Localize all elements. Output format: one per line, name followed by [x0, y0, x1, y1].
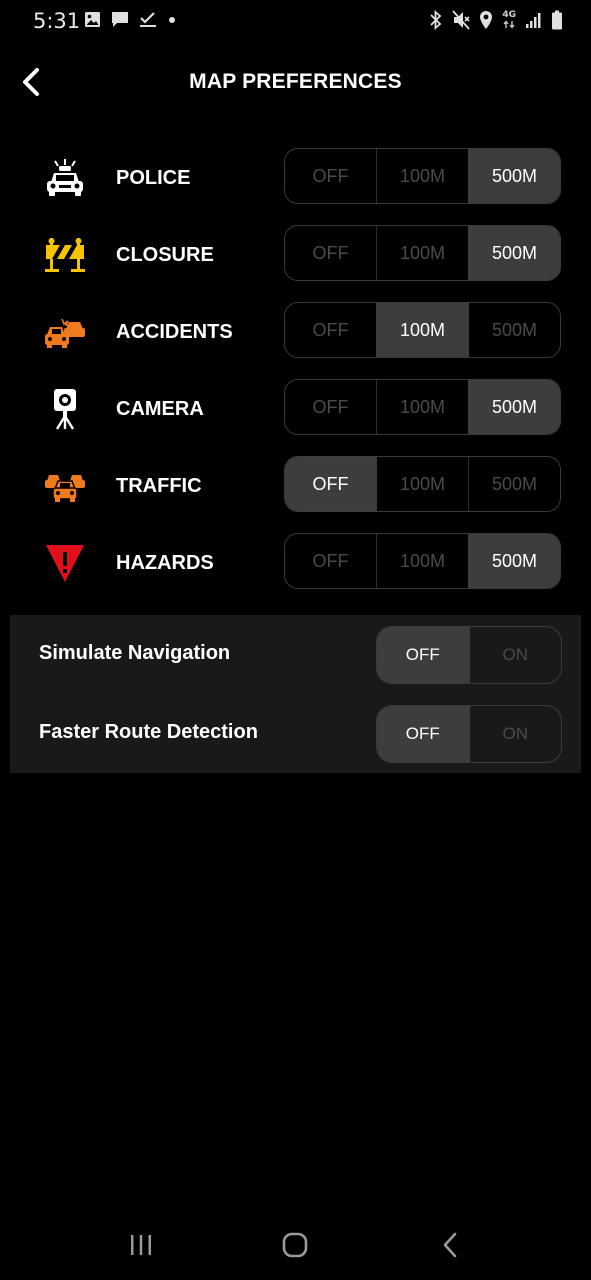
accidents-option-off[interactable]: OFF [285, 303, 376, 357]
recent-apps-button[interactable] [121, 1228, 161, 1262]
bluetooth-icon [430, 10, 442, 30]
simulate-navigation-on[interactable]: ON [468, 627, 562, 683]
message-icon [112, 12, 128, 27]
police-option-500m[interactable]: 500M [468, 149, 560, 203]
camera-option-100m[interactable]: 100M [376, 380, 468, 434]
system-nav-bar [0, 1210, 591, 1280]
police-option-100m[interactable]: 100M [376, 149, 468, 203]
closure-option-100m[interactable]: 100M [376, 226, 468, 280]
signal-icon [526, 13, 541, 28]
closure-distance-selector: OFF 100M 500M [284, 225, 561, 281]
image-icon [85, 12, 100, 27]
simulate-navigation-toggle: OFF ON [376, 626, 562, 684]
alert-row-hazards: HAZARDS OFF 100M 500M [0, 533, 591, 610]
alert-row-accidents: ACCIDENTS OFF 100M 500M [0, 302, 591, 379]
traffic-jam-icon [43, 464, 87, 508]
police-distance-selector: OFF 100M 500M [284, 148, 561, 204]
alert-row-closure: CLOSURE OFF 100M 500M [0, 225, 591, 302]
alert-label-camera: CAMERA [116, 398, 204, 420]
police-car-icon [43, 156, 87, 200]
alert-label-closure: CLOSURE [116, 244, 214, 266]
hazards-option-off[interactable]: OFF [285, 534, 376, 588]
hazard-triangle-icon [43, 541, 87, 585]
page-title: MAP PREFERENCES [189, 70, 402, 93]
camera-distance-selector: OFF 100M 500M [284, 379, 561, 435]
status-bar: 5:31 4G [0, 0, 591, 44]
vibrate-mute-icon [452, 10, 471, 30]
toggle-row-simulate-navigation: Simulate Navigation OFF ON [10, 626, 581, 684]
back-icon [443, 1232, 457, 1258]
traffic-option-100m[interactable]: 100M [376, 457, 468, 511]
alert-label-hazards: HAZARDS [116, 552, 214, 574]
faster-route-detection-on[interactable]: ON [468, 706, 562, 762]
camera-option-off[interactable]: OFF [285, 380, 376, 434]
simulate-navigation-off[interactable]: OFF [377, 627, 469, 683]
alert-row-camera: CAMERA OFF 100M 500M [0, 379, 591, 456]
status-right-icons: 4G [429, 10, 563, 30]
toggle-row-faster-route-detection: Faster Route Detection OFF ON [10, 705, 581, 763]
closure-option-500m[interactable]: 500M [468, 226, 560, 280]
hazards-distance-selector: OFF 100M 500M [284, 533, 561, 589]
system-back-button[interactable] [430, 1228, 470, 1262]
recent-apps-icon [131, 1235, 151, 1255]
network-label: 4G [502, 10, 516, 20]
status-time: 5:31 [33, 9, 81, 33]
battery-icon [552, 10, 562, 30]
accidents-option-500m[interactable]: 500M [468, 303, 560, 357]
header: MAP PREFERENCES [0, 56, 591, 110]
camera-option-500m[interactable]: 500M [468, 380, 560, 434]
location-icon [480, 11, 493, 29]
speed-camera-icon [43, 387, 87, 431]
home-button[interactable] [275, 1228, 315, 1262]
police-option-off[interactable]: OFF [285, 149, 376, 203]
alert-label-accidents: ACCIDENTS [116, 321, 233, 343]
accidents-option-100m[interactable]: 100M [376, 303, 468, 357]
hazards-option-500m[interactable]: 500M [468, 534, 560, 588]
status-left-icons [84, 11, 177, 28]
data-arrows-icon [503, 20, 515, 29]
dot-icon [169, 17, 175, 23]
closure-option-off[interactable]: OFF [285, 226, 376, 280]
alert-row-police: POLICE OFF 100M 500M [0, 148, 591, 225]
accidents-distance-selector: OFF 100M 500M [284, 302, 561, 358]
traffic-distance-selector: OFF 100M 500M [284, 456, 561, 512]
faster-route-detection-label: Faster Route Detection [39, 721, 258, 743]
faster-route-detection-toggle: OFF ON [376, 705, 562, 763]
toggle-settings-panel: Simulate Navigation OFF ON Faster Route … [10, 615, 581, 773]
traffic-option-500m[interactable]: 500M [468, 457, 560, 511]
alert-label-police: POLICE [116, 167, 191, 189]
simulate-navigation-label: Simulate Navigation [39, 642, 231, 664]
car-crash-icon [43, 310, 87, 354]
hazards-option-100m[interactable]: 100M [376, 534, 468, 588]
network-icon: 4G [502, 11, 516, 29]
alert-row-traffic: TRAFFIC OFF 100M 500M [0, 456, 591, 533]
traffic-option-off[interactable]: OFF [285, 457, 376, 511]
alert-preferences-list: POLICE OFF 100M 500M CLOSURE OFF 100M 50… [0, 148, 591, 610]
faster-route-detection-off[interactable]: OFF [377, 706, 469, 762]
home-icon [282, 1232, 308, 1258]
road-closure-icon [43, 233, 87, 277]
alert-label-traffic: TRAFFIC [116, 475, 202, 497]
check-icon [140, 12, 156, 27]
